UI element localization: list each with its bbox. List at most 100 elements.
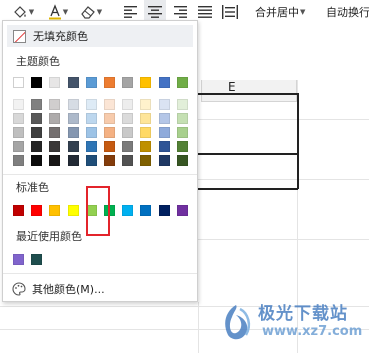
cell-border: [198, 153, 298, 155]
theme-color-swatch[interactable]: [122, 77, 134, 88]
theme-color-swatch[interactable]: [158, 77, 170, 88]
standard-color-swatch[interactable]: [49, 205, 61, 216]
highlight-annotation-box: [86, 186, 110, 236]
theme-shade-swatch[interactable]: [140, 155, 152, 166]
theme-color-swatch[interactable]: [85, 77, 97, 88]
theme-shade-swatch[interactable]: [31, 113, 43, 124]
theme-shade-swatch[interactable]: [176, 155, 188, 166]
standard-color-swatch[interactable]: [67, 205, 79, 216]
watermark-brand-text: 极光下载站: [258, 304, 348, 324]
cell-border: [297, 93, 299, 189]
standard-color-swatch[interactable]: [176, 205, 188, 216]
theme-shade-swatch[interactable]: [13, 141, 24, 152]
theme-shade-swatch[interactable]: [176, 141, 188, 152]
theme-shade-swatch[interactable]: [67, 99, 79, 110]
theme-color-swatch[interactable]: [31, 77, 43, 88]
column-header-e[interactable]: [201, 80, 297, 102]
separator: [3, 273, 197, 274]
theme-shade-swatch[interactable]: [67, 113, 79, 124]
theme-color-swatch[interactable]: [67, 77, 79, 88]
theme-shade-swatch[interactable]: [67, 155, 79, 166]
theme-shade-swatch[interactable]: [140, 141, 152, 152]
theme-shade-swatch[interactable]: [31, 155, 43, 166]
align-left-icon: [124, 6, 137, 18]
no-fill-color-option[interactable]: 无填充颜色: [7, 25, 193, 47]
standard-color-swatch[interactable]: [13, 205, 24, 216]
theme-shade-swatch[interactable]: [104, 127, 115, 138]
auto-wrap-button[interactable]: 自动换行: [326, 3, 369, 21]
theme-shade-swatch[interactable]: [31, 141, 43, 152]
distributed-align-icon: [222, 5, 238, 19]
recent-color-swatch[interactable]: [13, 254, 24, 265]
theme-color-swatch[interactable]: [104, 77, 115, 88]
theme-shade-swatch[interactable]: [67, 127, 79, 138]
theme-shade-swatch[interactable]: [122, 127, 134, 138]
theme-shade-swatch[interactable]: [176, 113, 188, 124]
theme-shade-swatch[interactable]: [13, 113, 24, 124]
theme-color-swatch[interactable]: [49, 77, 61, 88]
theme-color-swatch[interactable]: [140, 77, 152, 88]
standard-color-swatch[interactable]: [31, 205, 43, 216]
theme-shade-swatch[interactable]: [49, 113, 61, 124]
theme-shade-swatch[interactable]: [13, 127, 24, 138]
theme-shade-swatch[interactable]: [158, 127, 170, 138]
cell-border: [198, 93, 298, 95]
theme-shade-swatch[interactable]: [122, 113, 134, 124]
theme-shade-swatch[interactable]: [13, 99, 24, 110]
chevron-down-icon: ▼: [62, 8, 69, 16]
column-e-label: E: [228, 80, 236, 94]
theme-shade-swatch[interactable]: [176, 127, 188, 138]
theme-shade-swatch[interactable]: [140, 99, 152, 110]
theme-shade-swatch[interactable]: [104, 155, 115, 166]
merge-center-button[interactable]: 合并居中 ▼: [255, 3, 305, 21]
theme-shade-swatch[interactable]: [140, 113, 152, 124]
standard-color-swatch[interactable]: [140, 205, 152, 216]
justify-icon: [198, 6, 212, 18]
theme-shade-swatch[interactable]: [140, 127, 152, 138]
standard-color-swatch[interactable]: [122, 205, 134, 216]
theme-shade-swatch[interactable]: [122, 99, 134, 110]
theme-shade-swatch[interactable]: [104, 99, 115, 110]
theme-color-swatch[interactable]: [13, 77, 24, 88]
theme-shade-swatch[interactable]: [104, 113, 115, 124]
theme-colors-label: 主题颜色: [16, 55, 60, 68]
theme-shade-swatch[interactable]: [85, 113, 97, 124]
align-right-icon: [174, 6, 187, 18]
theme-shade-swatch[interactable]: [122, 155, 134, 166]
distributed-align-button[interactable]: [220, 0, 240, 24]
theme-shade-swatch[interactable]: [85, 155, 97, 166]
theme-shade-swatch[interactable]: [85, 127, 97, 138]
auto-wrap-label: 自动换行: [326, 6, 369, 19]
theme-shade-swatch[interactable]: [49, 141, 61, 152]
watermark-url-text: www.xz7.com: [262, 324, 363, 339]
paint-bucket-icon: [13, 6, 26, 18]
more-colors-option[interactable]: 其他颜色(M)...: [12, 280, 105, 298]
theme-shade-swatch[interactable]: [176, 99, 188, 110]
theme-shade-swatch[interactable]: [104, 141, 115, 152]
justify-button[interactable]: [195, 0, 215, 24]
theme-color-swatch[interactable]: [176, 77, 188, 88]
font-color-icon: [48, 4, 61, 20]
recent-color-swatch[interactable]: [31, 254, 43, 265]
theme-shade-swatch[interactable]: [49, 155, 61, 166]
theme-shade-swatch[interactable]: [158, 99, 170, 110]
chevron-down-icon: ▼: [300, 8, 306, 16]
standard-colors-label: 标准色: [16, 181, 49, 194]
theme-shade-swatch[interactable]: [158, 155, 170, 166]
theme-shade-swatch[interactable]: [158, 113, 170, 124]
theme-shade-swatch[interactable]: [85, 99, 97, 110]
theme-shade-swatch[interactable]: [67, 141, 79, 152]
theme-shade-swatch[interactable]: [49, 99, 61, 110]
no-fill-icon: [13, 29, 26, 43]
palette-icon: [12, 282, 26, 296]
theme-shade-swatch[interactable]: [85, 141, 97, 152]
theme-shade-swatch[interactable]: [122, 141, 134, 152]
watermark-logo-icon: [225, 305, 251, 340]
theme-shade-swatch[interactable]: [49, 127, 61, 138]
theme-shade-swatch[interactable]: [31, 127, 43, 138]
theme-shade-swatch[interactable]: [158, 141, 170, 152]
standard-color-swatch[interactable]: [158, 205, 170, 216]
theme-shade-swatch[interactable]: [13, 155, 24, 166]
theme-shade-swatch[interactable]: [31, 99, 43, 110]
grid-line: [198, 119, 369, 120]
